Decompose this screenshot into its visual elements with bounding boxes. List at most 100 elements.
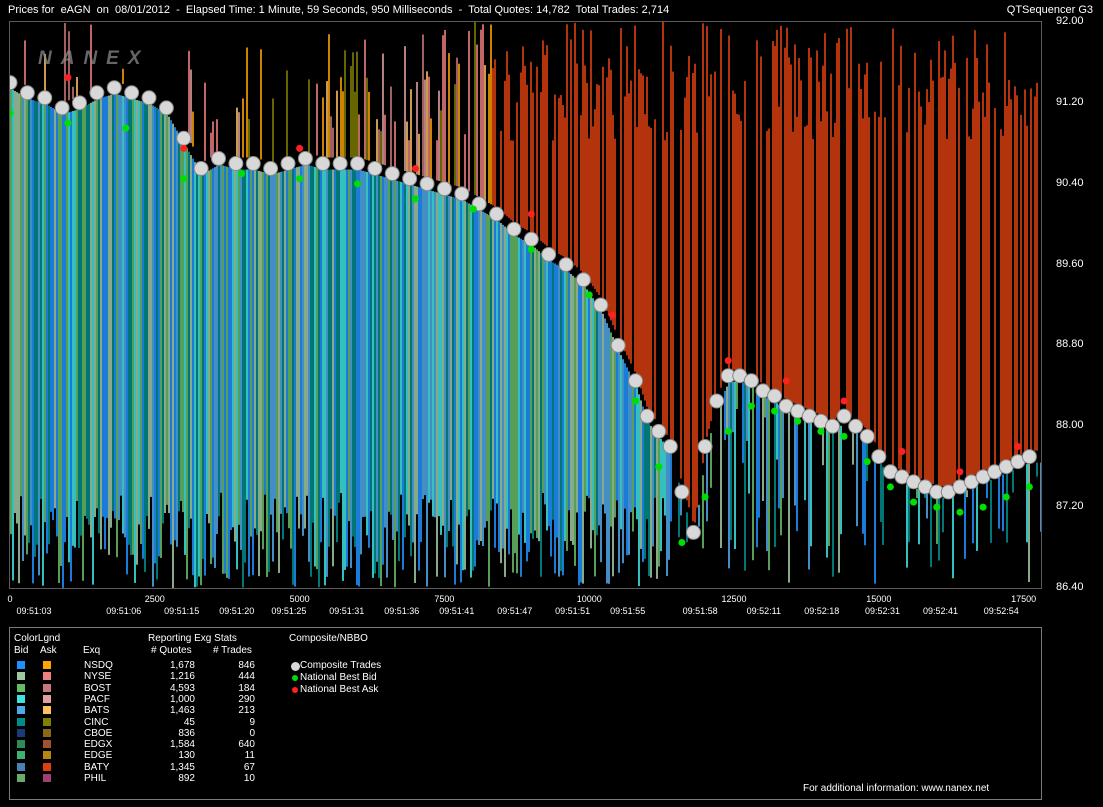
bid-band: [566, 270, 568, 551]
bid-band: [174, 127, 176, 541]
bid-band: [986, 481, 988, 499]
bid-band: [1002, 474, 1004, 532]
bid-band: [226, 166, 228, 578]
ask-band: [468, 30, 470, 192]
legend-composite-header: Composite/NBBO: [289, 633, 368, 644]
bid-band: [118, 94, 120, 521]
legend-exchange: BATY: [84, 761, 110, 773]
bid-band: [92, 101, 94, 585]
bid-band: [460, 199, 462, 583]
ask-band: [620, 28, 622, 344]
ask-band: [670, 45, 672, 441]
bid-band: [436, 192, 438, 577]
bid-band: [486, 213, 488, 522]
bid-band: [494, 218, 496, 548]
bid-band: [210, 169, 212, 565]
bid-band: [10, 88, 12, 535]
bid-band: [52, 108, 54, 521]
national-best-bid-point: [585, 291, 593, 299]
bid-band: [456, 198, 458, 565]
ask-band: [968, 136, 970, 478]
ask-band: [804, 126, 806, 408]
bid-band: [520, 238, 522, 577]
bid-band: [150, 104, 152, 497]
legend-trade-count: 444: [238, 671, 255, 683]
ask-band: [204, 82, 206, 161]
bid-band: [236, 169, 238, 570]
national-best-bid-point: [296, 175, 304, 183]
bid-band: [746, 384, 748, 441]
bid-band: [480, 210, 482, 542]
bid-band: [628, 371, 630, 555]
ask-band: [216, 119, 218, 154]
bid-band: [342, 169, 344, 581]
legend-reporting-header: Reporting Exg Stats: [148, 633, 237, 644]
bid-band: [526, 242, 528, 562]
bid-band: [508, 230, 510, 555]
composite-trades-point: [315, 156, 331, 171]
bid-band: [18, 93, 20, 584]
ask-band: [954, 62, 956, 484]
bid-band: [418, 187, 420, 571]
bid-band: [574, 277, 576, 566]
x-time-label: 09:51:25: [271, 606, 307, 616]
ask-band: [738, 114, 740, 370]
bid-band: [546, 258, 548, 531]
bid-band: [828, 430, 830, 546]
ask-band: [582, 29, 584, 273]
bid-band: [360, 170, 362, 555]
ask-band: [476, 44, 478, 197]
x-tick-label: 12500: [721, 594, 747, 604]
bid-band: [170, 120, 172, 545]
bid-band: [422, 188, 424, 500]
legend-bid-header: Bid: [14, 645, 29, 656]
ask-band: [1034, 96, 1036, 451]
ask-band: [740, 120, 742, 370]
bid-band: [492, 217, 494, 499]
ask-band: [972, 108, 974, 476]
ask-band: [834, 122, 836, 419]
composite-trades-point: [541, 246, 557, 262]
ask-band: [72, 86, 74, 100]
y-tick-label: 88.00: [1056, 419, 1084, 432]
bid-band: [42, 103, 44, 586]
bid-band: [288, 169, 290, 529]
ask-band: [366, 77, 368, 160]
national-best-ask-point: [411, 165, 419, 173]
bid-band: [764, 397, 766, 418]
legend-exchange: BOST: [84, 682, 112, 694]
bid-band: [774, 401, 776, 547]
legend-trade-count: 290: [238, 693, 255, 705]
national-best-bid-point: [771, 407, 779, 415]
bid-band: [254, 169, 256, 529]
composite-trades-point: [245, 156, 261, 171]
bid-band: [568, 272, 570, 511]
bid-band: [466, 202, 468, 517]
bid-band: [532, 245, 534, 539]
bid-band: [70, 111, 72, 582]
national-best-bid-point: [747, 402, 755, 410]
bid-band: [346, 169, 348, 567]
national-best-bid-point: [794, 417, 802, 425]
bid-band: [44, 103, 46, 523]
ask-band: [884, 117, 886, 458]
ask-band: [706, 26, 708, 437]
bid-band: [430, 190, 432, 500]
bid-band: [268, 173, 270, 572]
ask-band: [946, 138, 948, 486]
bid-band: [390, 178, 392, 515]
bid-band: [102, 97, 104, 517]
ask-band: [826, 111, 828, 418]
legend-quote-count: 1,584: [169, 739, 195, 751]
composite-trades-point: [558, 257, 574, 273]
bid-band: [1028, 463, 1030, 583]
composite-trades-point: [685, 524, 701, 540]
ask-band: [684, 97, 686, 494]
ask-band: [732, 90, 734, 370]
bid-band: [604, 318, 606, 514]
bid-band: [514, 235, 516, 554]
ask-band: [710, 74, 712, 422]
bid-band: [616, 346, 618, 501]
bid-band: [916, 488, 918, 499]
ask-band: [332, 127, 334, 158]
